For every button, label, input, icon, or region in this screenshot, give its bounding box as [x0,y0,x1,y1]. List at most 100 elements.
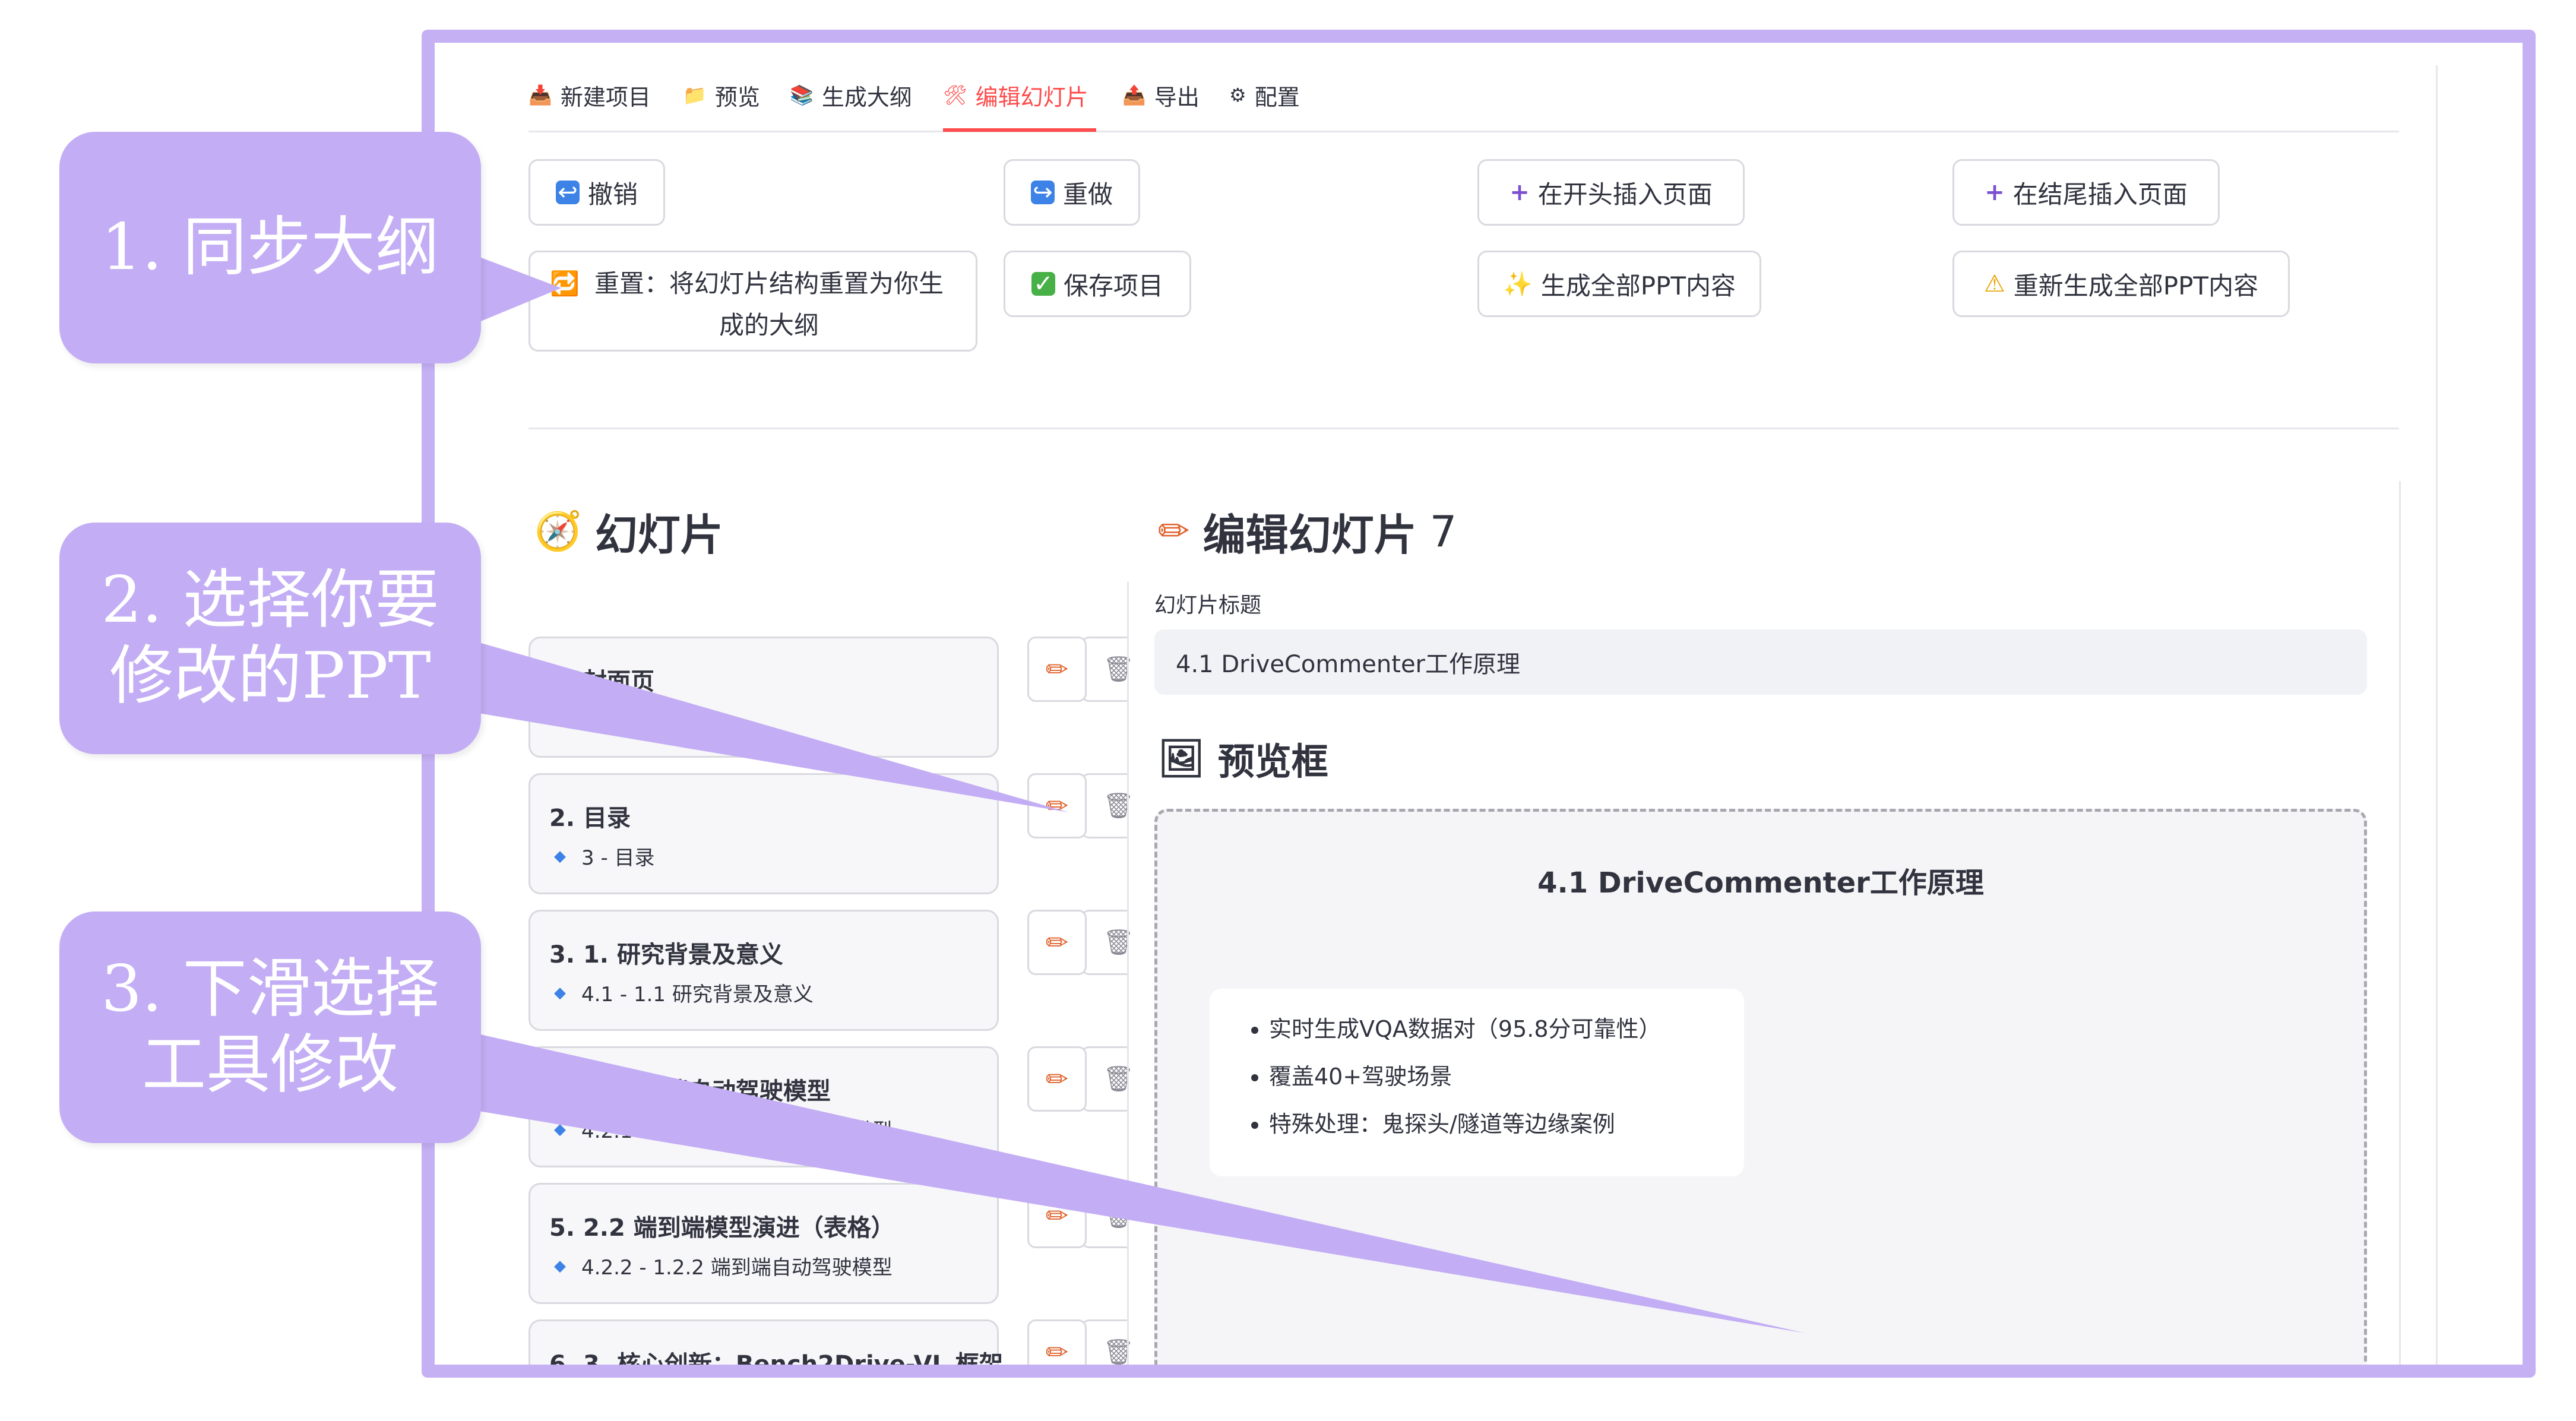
tab-edit-slides[interactable]: 🛠 编辑幻灯片 [943,77,1088,113]
slide-title-input[interactable] [1154,629,2367,695]
insert-at-start-button[interactable]: + 在开头插入页面 [1477,159,1745,226]
save-project-label: 保存项目 [1063,271,1163,300]
tab-config[interactable]: ⚙ 配置 [1229,77,1300,113]
slides-panel-title: 幻灯片 [594,510,723,560]
slide-card-1[interactable]: 1. 封面页 [529,637,999,758]
tab-config-label: 配置 [1254,84,1300,110]
pencil-icon: ✏ [1045,1200,1069,1232]
framed-picture-icon: 🖼 [1158,736,1205,780]
outbox-tray-icon: 📤 [1122,84,1146,106]
slide-card-title: 6. 3. 核心创新：Bench2Drive-VL 框架 [549,1351,1003,1378]
pencil-icon: ✏ [1045,926,1069,958]
edit-slide-button[interactable]: ✏ [1027,1183,1087,1248]
trash-icon: 🗑 [1103,1337,1135,1366]
folder-icon: 📁 [683,84,707,106]
diamond-icon: ◆ [554,983,566,1002]
edit-slide-button[interactable]: ✏ [1027,1319,1087,1368]
sparkles-icon: ✨ [1502,270,1533,298]
preview-frame: 4.1 DriveCommenter工作原理 实时生成VQA数据对（95.8分可… [1154,809,2367,1365]
delete-slide-button[interactable]: 🗑 [1081,1046,1134,1112]
tab-generate-outline[interactable]: 📚 生成大纲 [790,77,912,113]
callout-3-line-1: 3. 下滑选择 [101,952,439,1026]
edit-slide-button[interactable]: ✏ [1027,773,1087,838]
insert-at-start-label: 在开头插入页面 [1537,179,1713,209]
delete-slide-button[interactable]: 🗑 [1081,1319,1134,1365]
tools-icon: 🛠 [943,84,967,106]
tab-export[interactable]: 📤 导出 [1122,77,1200,113]
reset-to-outline-label: 重置：将幻灯片结构重置为你生成的大纲 [594,269,944,340]
scrollbar-track[interactable] [2399,481,2401,1365]
slide-card-3[interactable]: 3. 1. 研究背景及意义 ◆ 4.1 - 1.1 研究背景及意义 [529,910,999,1031]
generate-all-label: 生成全部PPT内容 [1540,271,1736,300]
diamond-icon: ◆ [554,1120,566,1138]
insert-at-end-label: 在结尾插入页面 [2012,179,2188,209]
pencil-icon: ✏ [1045,1063,1069,1095]
pencil-icon: ✏ [1158,509,1190,553]
trash-icon: 🗑 [1103,1201,1135,1230]
pencil-icon: ✏ [1045,1336,1069,1368]
tab-new-project[interactable]: 📥 新建项目 [529,77,651,113]
slide-card-title: 4. 2. 端到端自动驾驶模型 [549,1078,831,1105]
slide-card-4[interactable]: 4. 2. 端到端自动驾驶模型 ◆ 4.2.1 - 1.2.1 端到端自动驾驶模… [529,1046,999,1167]
undo-label: 撤销 [587,179,638,209]
delete-slide-button[interactable]: 🗑 [1081,910,1134,975]
books-icon: 📚 [790,84,814,106]
preview-content-card: 实时生成VQA数据对（95.8分可靠性） 覆盖40+驾驶场景 特殊处理：鬼探头/… [1210,989,1744,1176]
callout-1-line-1: 1. 同步大纲 [101,210,439,284]
slide-card-subtitle-text: 4.1 - 1.1 研究背景及意义 [581,983,814,1007]
trash-icon: 🗑 [1103,928,1135,957]
reset-to-outline-button[interactable]: 🔁 重置：将幻灯片结构重置为你生成的大纲 [529,251,977,352]
undo-button[interactable]: ↩ 撤销 [529,159,665,226]
slide-card-subtitle: ◆ 4.1 - 1.1 研究背景及意义 [549,978,978,1007]
undo-icon: ↩ [555,179,580,206]
callout-2-line-2: 修改的PPT [109,639,431,713]
delete-slide-button[interactable]: 🗑 [1081,773,1134,838]
trash-icon: 🗑 [1103,791,1135,820]
preview-slide-title: 4.1 DriveCommenter工作原理 [1537,866,1984,900]
preview-bullet: 实时生成VQA数据对（95.8分可靠性） [1269,1005,1744,1053]
redo-icon: ↪ [1030,179,1055,206]
editor-slide-number: 7 [1429,506,1457,556]
plus-icon: + [1509,179,1530,206]
slide-title-label: 幻灯片标题 [1154,593,1262,618]
slide-card-title: 1. 封面页 [549,668,654,695]
slide-card-subtitle: ◆ 3 - 目录 [549,841,978,871]
redo-button[interactable]: ↪ 重做 [1004,159,1140,226]
slide-card-subtitle-text: 4.2.2 - 1.2.2 端到端自动驾驶模型 [581,1256,893,1280]
gear-icon: ⚙ [1229,84,1246,106]
redo-label: 重做 [1062,179,1113,209]
slide-card-5[interactable]: 5. 2.2 端到端模型演进（表格） ◆ 4.2.2 - 1.2.2 端到端自动… [529,1183,999,1304]
pencil-icon: ✏ [1045,790,1069,822]
scrollbar-track[interactable] [2436,65,2438,1365]
generate-all-button[interactable]: ✨ 生成全部PPT内容 [1477,251,1761,317]
tab-divider [529,131,2399,132]
tab-export-label: 导出 [1154,84,1200,110]
trash-icon: 🗑 [1103,1064,1135,1093]
slide-card-subtitle-text: 4.2.1 - 1.2.1 端到端自动驾驶模型 [581,1119,893,1143]
regenerate-all-button[interactable]: ⚠ 重新生成全部PPT内容 [1952,251,2290,317]
slide-card-2[interactable]: 2. 目录 ◆ 3 - 目录 [529,773,999,894]
edit-slide-button[interactable]: ✏ [1027,637,1087,702]
plus-icon: + [1985,179,2005,206]
delete-slide-button[interactable]: 🗑 [1081,637,1134,702]
edit-slide-button[interactable]: ✏ [1027,1046,1087,1112]
diamond-icon: ◆ [554,847,566,865]
trash-icon: 🗑 [1103,654,1135,683]
app-frame: 📥 新建项目 📁 预览 📚 生成大纲 🛠 编辑幻灯片 📤 导出 ⚙ 配置 ↩ 撤… [422,30,2536,1378]
check-icon: ✓ [1031,270,1055,298]
preview-bullet: 特殊处理：鬼探头/隧道等边缘案例 [1269,1100,1744,1148]
tab-preview-label: 预览 [714,84,760,110]
pencil-icon: ✏ [1045,653,1069,685]
delete-slide-button[interactable]: 🗑 [1081,1183,1134,1248]
insert-at-end-button[interactable]: + 在结尾插入页面 [1952,159,2220,226]
save-project-button[interactable]: ✓ 保存项目 [1004,251,1191,317]
diamond-icon: ◆ [554,1257,566,1275]
preview-bullet-list: 实时生成VQA数据对（95.8分可靠性） 覆盖40+驾驶场景 特殊处理：鬼探头/… [1251,1005,1744,1148]
callout-2-line-1: 2. 选择你要 [101,563,439,637]
slide-card-subtitle: ◆ 4.2.2 - 1.2.2 端到端自动驾驶模型 [549,1251,978,1280]
tab-generate-outline-label: 生成大纲 [821,84,912,110]
slide-card-6[interactable]: 6. 3. 核心创新：Bench2Drive-VL 框架 [529,1319,1003,1378]
tab-preview[interactable]: 📁 预览 [683,77,760,113]
slide-card-title: 5. 2.2 端到端模型演进（表格） [549,1214,895,1242]
edit-slide-button[interactable]: ✏ [1027,910,1087,975]
